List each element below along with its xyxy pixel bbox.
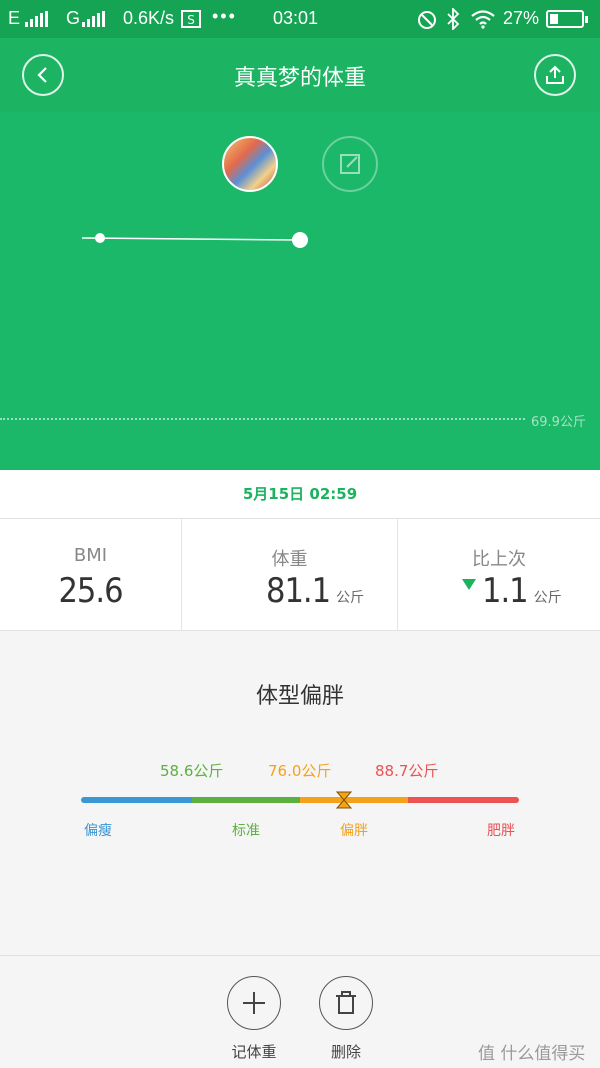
threshold-standard: 58.6公斤 [160, 762, 224, 780]
network-type-1: E [8, 8, 21, 28]
threshold-overweight: 76.0公斤 [268, 762, 332, 780]
bluetooth-icon [447, 8, 460, 30]
stats-panel: BMI 25.6 体重 81.1 公斤 比上次 1.1 公斤 [0, 518, 600, 631]
record-date-strip: 5月15日 02:59 [0, 470, 600, 518]
svg-text:S: S [187, 13, 195, 27]
more-notifications-icon: ••• [212, 6, 237, 26]
bmi-label: BMI [73, 545, 108, 566]
change-label: 比上次 [472, 549, 526, 570]
current-weight-marker-icon [336, 791, 352, 809]
battery-percent: 27% [503, 8, 540, 28]
weight-value: 81.1 [266, 571, 331, 611]
delete-label[interactable]: 删除 [306, 1041, 386, 1062]
bottom-toolbar: 记体重 删除 值 什么值得买 [0, 955, 600, 1068]
watermark: 值 什么值得买 [478, 1044, 586, 1064]
trend-point-previous[interactable] [95, 233, 105, 243]
weight-value-group: 81.1 公斤 [266, 571, 364, 611]
category-obese: 肥胖 [487, 823, 515, 839]
bmi-value: 25.6 [58, 571, 123, 611]
record-date: 5月15日 02:59 [242, 485, 358, 503]
delete-button[interactable] [319, 976, 373, 1030]
plus-icon [243, 992, 265, 1014]
weight-trend-chart: 69.9公斤 [0, 112, 600, 470]
weight-label: 体重 [271, 549, 308, 570]
wifi-icon [471, 10, 495, 29]
range-bar-standard [192, 797, 300, 803]
weight-cell: 体重 81.1 公斤 [182, 519, 397, 631]
down-arrow-icon [462, 579, 476, 590]
bmi-cell: BMI 25.6 [0, 519, 181, 631]
add-weight-label[interactable]: 记体重 [214, 1041, 294, 1062]
change-value-group: 1.1 公斤 [482, 571, 562, 611]
trend-line [81, 232, 308, 248]
reference-line [0, 418, 525, 420]
do-not-disturb-icon [418, 11, 436, 29]
category-overweight: 偏胖 [340, 823, 368, 839]
screenshot-icon: S [181, 10, 201, 28]
upload-icon [546, 65, 564, 84]
body-type-title: 体型偏胖 [255, 684, 344, 709]
battery-icon [546, 10, 588, 28]
network-type-2: G [66, 8, 81, 28]
weight-unit: 公斤 [336, 590, 365, 606]
trend-point-current[interactable] [292, 232, 308, 248]
app-header: 真真梦的体重 [0, 38, 600, 112]
signal-icon-2 [82, 11, 105, 27]
range-bar-overweight [300, 797, 408, 803]
clock: 03:01 [273, 8, 319, 28]
add-weight-button[interactable] [227, 976, 281, 1030]
range-bar-obese [408, 797, 519, 803]
network-speed: 0.6K/s [123, 8, 175, 28]
signal-icon-1 [25, 11, 48, 27]
reference-label: 69.9公斤 [531, 415, 586, 430]
status-bar: E G 0.6K/s S ••• 03:01 27% [0, 0, 600, 38]
range-bar-underweight [81, 797, 192, 803]
share-button[interactable] [534, 54, 576, 96]
change-cell: 比上次 1.1 公斤 [398, 519, 600, 631]
page-title: 真真梦的体重 [233, 66, 366, 91]
threshold-obese: 88.7公斤 [375, 762, 439, 780]
change-unit: 公斤 [533, 590, 562, 606]
category-underweight: 偏瘦 [84, 823, 112, 839]
change-value: 1.1 [482, 571, 529, 611]
category-standard: 标准 [232, 823, 260, 839]
trash-icon [336, 991, 356, 1014]
